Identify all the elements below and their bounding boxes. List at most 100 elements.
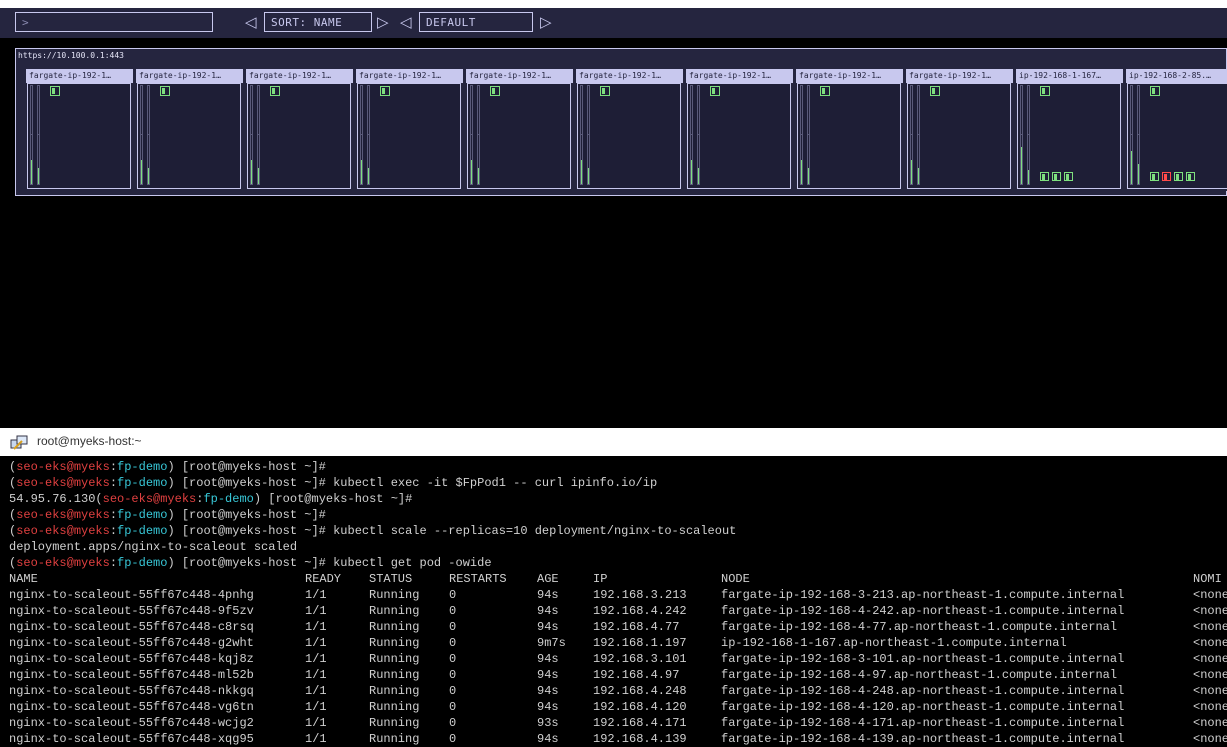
table-cell: 0 (449, 700, 457, 714)
kube-context-user: seo-eks@myeks (16, 556, 110, 570)
node-card[interactable]: fargate-ip-192-1… (466, 69, 573, 191)
node-body (687, 83, 791, 189)
mem-usage-bar (477, 85, 480, 185)
table-cell: 1/1 (305, 604, 327, 618)
node-card[interactable]: fargate-ip-192-1… (686, 69, 793, 191)
table-row: nginx-to-scaleout-55ff67c448-9f5zv 1/1 Run… (9, 603, 1227, 619)
table-cell: Running (369, 684, 420, 698)
table-cell: nginx-to-scaleout-55ff67c448-nkkgq (9, 684, 254, 698)
filter-input[interactable]: > (15, 12, 213, 32)
cluster-url: https://10.100.0.1:443 (18, 51, 124, 60)
pod-square[interactable] (1064, 172, 1073, 181)
kube-namespace: fp-demo (117, 476, 168, 490)
table-cell: nginx-to-scaleout-55ff67c448-kqj8z (9, 652, 254, 666)
table-row: nginx-to-scaleout-55ff67c448-wcjg2 1/1 Run… (9, 715, 1227, 731)
table-cell: 1/1 (305, 684, 327, 698)
terminal-output[interactable]: (seo-eks@myeks:fp-demo) [root@myeks-host… (0, 457, 1227, 747)
pod-square[interactable] (1040, 172, 1049, 181)
table-row: nginx-to-scaleout-55ff67c448-c8rsq 1/1 Run… (9, 619, 1227, 635)
shell-prompt: [root@myeks-host ~]# (174, 508, 326, 522)
kube-context-user: seo-eks@myeks (16, 508, 110, 522)
node-card[interactable]: fargate-ip-192-1… (136, 69, 243, 191)
pod-square[interactable] (710, 86, 720, 96)
node-card[interactable]: fargate-ip-192-1… (356, 69, 463, 191)
node-body (1017, 83, 1121, 189)
table-cell: 1/1 (305, 620, 327, 634)
cpu-usage-bar (800, 85, 803, 185)
cpu-usage-bar (470, 85, 473, 185)
table-cell: nginx-to-scaleout-55ff67c448-xqg95 (9, 732, 254, 746)
pod-square[interactable] (1150, 86, 1160, 96)
prompt-colon: : (109, 476, 118, 490)
pod-square[interactable] (490, 86, 500, 96)
table-cell: 94s (537, 732, 559, 746)
triangle-right-icon[interactable]: ▷ (377, 11, 389, 33)
node-card[interactable]: fargate-ip-192-1… (796, 69, 903, 191)
node-name: fargate-ip-192-1… (576, 69, 683, 83)
table-row: nginx-to-scaleout-55ff67c448-nkkgq 1/1 Run… (9, 683, 1227, 699)
shell-prompt: [root@myeks-host ~]# (174, 476, 326, 490)
node-body (797, 83, 901, 189)
table-cell: 94s (537, 620, 559, 634)
pod-square[interactable] (1052, 172, 1061, 181)
pod-square[interactable] (1162, 172, 1171, 181)
table-cell: 0 (449, 652, 457, 666)
pod-square[interactable] (380, 86, 390, 96)
triangle-right-icon[interactable]: ▷ (540, 11, 552, 33)
mem-usage-bar (807, 85, 810, 185)
table-cell: <none (1193, 604, 1227, 618)
table-cell: 192.168.3.101 (593, 652, 687, 666)
node-card[interactable]: fargate-ip-192-1… (576, 69, 683, 191)
table-cell: 0 (449, 604, 457, 618)
kube-namespace: fp-demo (117, 524, 168, 538)
pod-square[interactable] (600, 86, 610, 96)
sort-selector[interactable]: SORT: NAME (264, 12, 372, 32)
triangle-left-icon[interactable]: ◁ (400, 11, 412, 33)
pod-square[interactable] (160, 86, 170, 96)
pod-square[interactable] (1040, 86, 1050, 96)
table-cell: <none (1193, 668, 1227, 682)
table-cell: fargate-ip-192-168-4-248.ap-northeast-1.… (721, 684, 1125, 698)
node-card[interactable]: ip-192-168-1-167… (1016, 69, 1123, 191)
table-cell: 1/1 (305, 668, 327, 682)
shell-prompt: [root@myeks-host ~]# (174, 460, 326, 474)
table-cell: 9m7s (537, 636, 566, 650)
pod-square[interactable] (1174, 172, 1183, 181)
kube-namespace: fp-demo (117, 556, 168, 570)
table-row: nginx-to-scaleout-55ff67c448-xqg95 1/1 Run… (9, 731, 1227, 747)
node-card[interactable]: fargate-ip-192-1… (26, 69, 133, 191)
column-header: NAME (9, 572, 38, 586)
table-cell: Running (369, 604, 420, 618)
prompt-paren: ( (95, 492, 103, 506)
table-cell: 192.168.1.197 (593, 636, 687, 650)
triangle-left-icon[interactable]: ◁ (245, 11, 257, 33)
prompt-colon: : (109, 460, 118, 474)
table-cell: <none (1193, 684, 1227, 698)
node-card[interactable]: fargate-ip-192-1… (906, 69, 1013, 191)
cpu-usage-bar (1020, 85, 1023, 185)
table-cell: fargate-ip-192-168-4-242.ap-northeast-1.… (721, 604, 1125, 618)
pod-square[interactable] (930, 86, 940, 96)
pod-square[interactable] (270, 86, 280, 96)
theme-selector[interactable]: DEFAULT (419, 12, 533, 32)
table-row: nginx-to-scaleout-55ff67c448-kqj8z 1/1 Run… (9, 651, 1227, 667)
node-card[interactable]: ip-192-168-2-85.… (1126, 69, 1227, 191)
table-cell: Running (369, 588, 420, 602)
pod-square[interactable] (820, 86, 830, 96)
node-name: fargate-ip-192-1… (796, 69, 903, 83)
node-card[interactable]: fargate-ip-192-1… (246, 69, 353, 191)
prompt-paren: ) (167, 556, 175, 570)
node-name: fargate-ip-192-1… (246, 69, 353, 83)
cpu-usage-bar (30, 85, 33, 185)
node-name: fargate-ip-192-1… (26, 69, 133, 83)
column-header: NOMI (1193, 572, 1222, 586)
table-cell: 0 (449, 636, 457, 650)
node-body (907, 83, 1011, 189)
pod-square[interactable] (1186, 172, 1195, 181)
pod-square[interactable] (50, 86, 60, 96)
table-cell: Running (369, 652, 420, 666)
node-body (357, 83, 461, 189)
table-cell: 0 (449, 684, 457, 698)
pod-square[interactable] (1150, 172, 1159, 181)
mem-usage-bar (1027, 85, 1030, 185)
